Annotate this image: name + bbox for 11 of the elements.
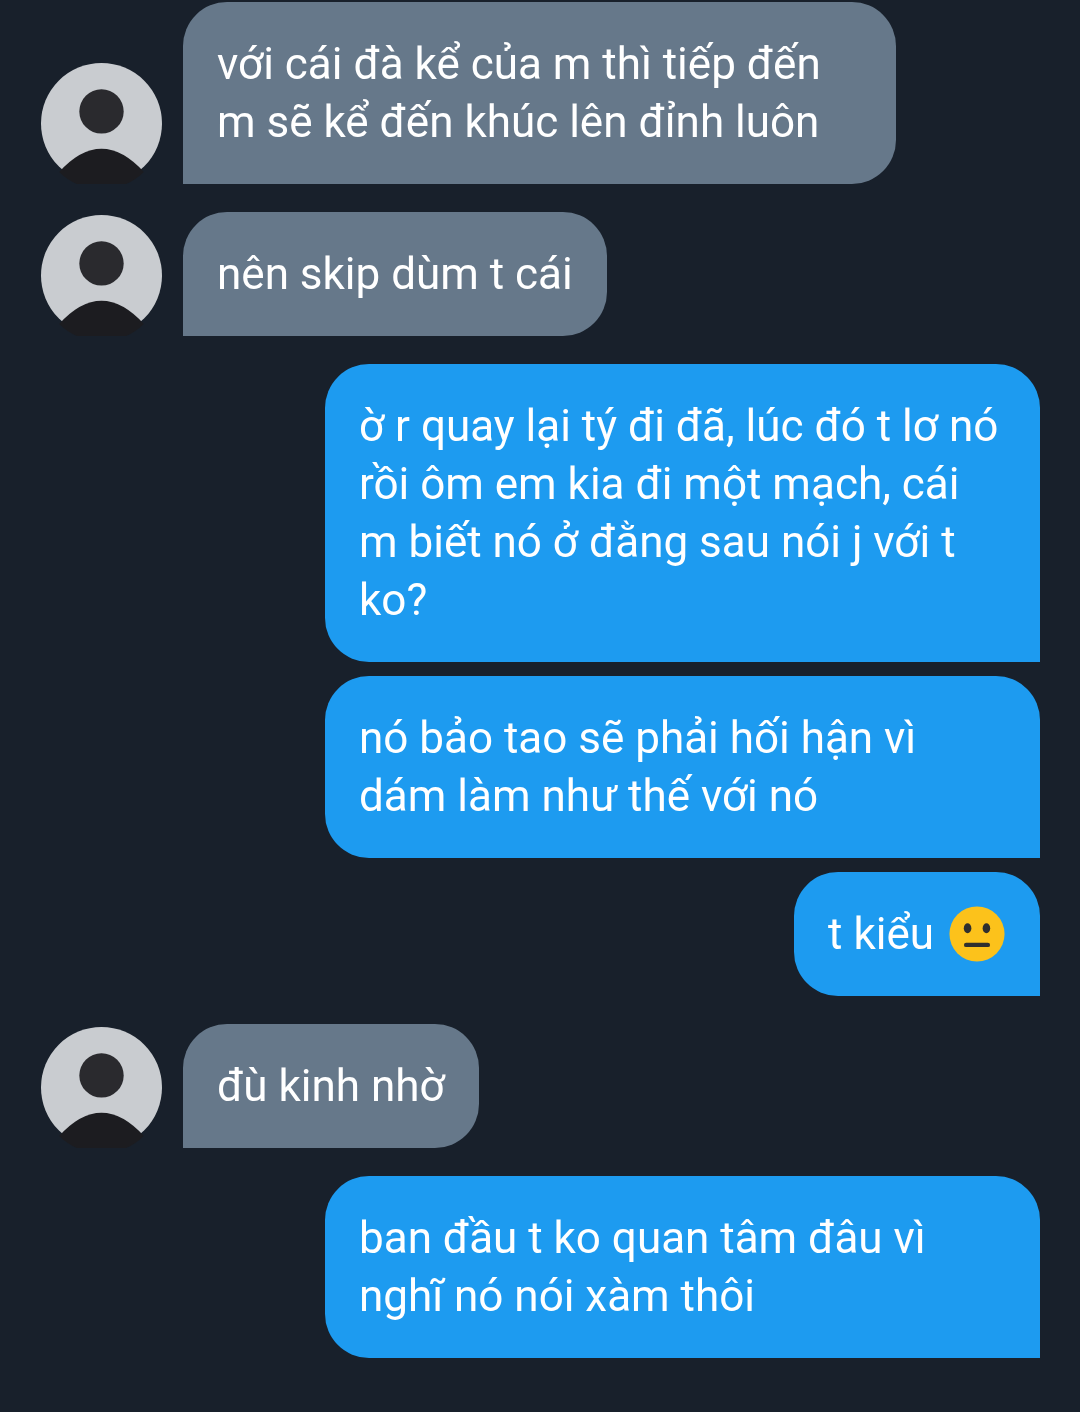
message-text: ờ r quay lại tý đi đã, lúc đó t lơ nó rồi ôm em kia đi một mạch, cái m biết nó ở đằng sau nói j với t ko? xyxy=(359,399,1000,628)
message-text: ban đầu t ko quan tâm đâu vì nghĩ nó nói xàm thôi xyxy=(359,1211,927,1324)
avatar-icon[interactable] xyxy=(41,63,162,184)
message-text: với cái đà kể của m thì tiếp đến m sẽ kể đến khúc lên đỉnh luôn xyxy=(217,37,822,150)
neutral-face-icon xyxy=(948,905,1006,963)
message-text: đù kinh nhờ xyxy=(217,1059,445,1114)
avatar-icon[interactable] xyxy=(41,215,162,336)
message-text: t kiểu xyxy=(828,907,934,962)
message-text: nên skip dùm t cái xyxy=(217,247,573,302)
message-text: nó bảo tao sẽ phải hối hận vì dám làm như thế với nó xyxy=(359,711,918,824)
avatar-icon[interactable] xyxy=(41,1027,162,1148)
